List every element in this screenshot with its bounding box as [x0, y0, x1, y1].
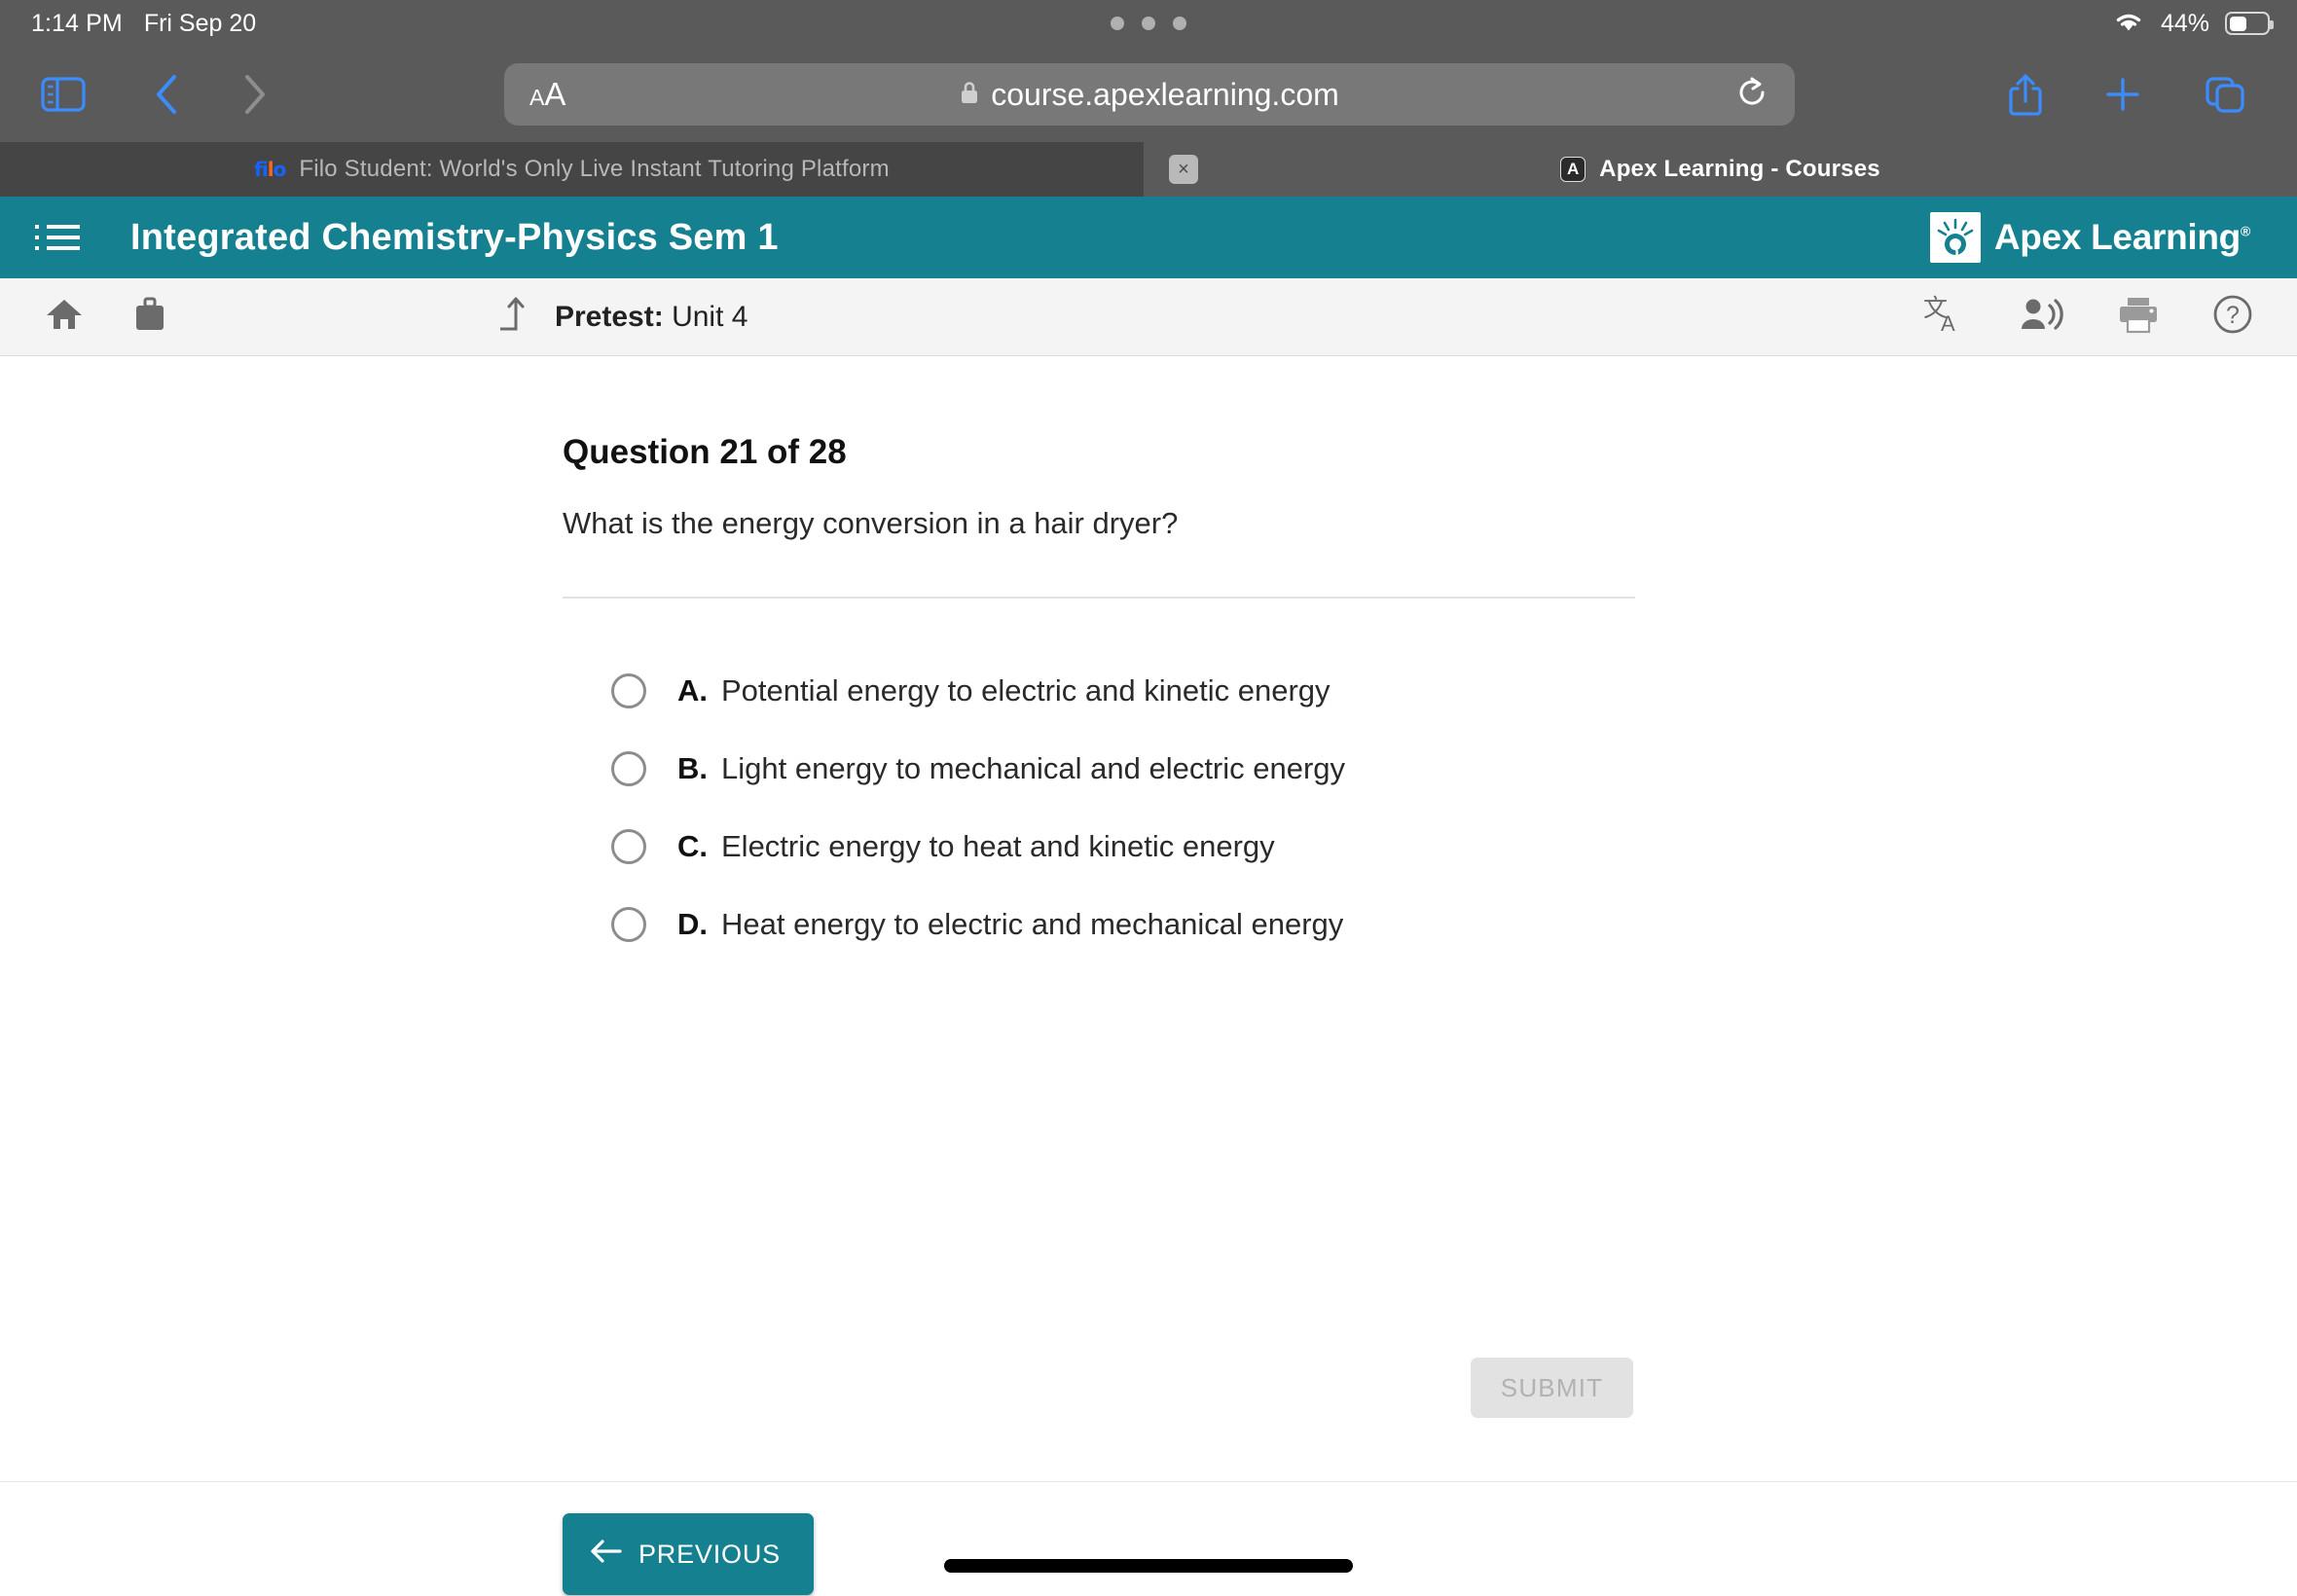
status-date: Fri Sep 20 [143, 9, 257, 37]
tab-strip: filo Filo Student: World's Only Live Ins… [0, 142, 2297, 197]
option-text: Light energy to mechanical and electric … [721, 751, 1346, 785]
option-letter: D. [677, 907, 708, 941]
svg-text:A: A [1941, 311, 1955, 336]
apex-favicon-icon: A [1560, 157, 1586, 182]
previous-button-label: PREVIOUS [638, 1539, 781, 1569]
footer-bar: PREVIOUS [0, 1481, 2297, 1596]
page-title: Question 21 of 28 [563, 433, 847, 471]
question-content: Question 21 of 28 What is the energy con… [0, 357, 2297, 1481]
apex-learning-logo: Apex Learning® [1929, 212, 2250, 263]
translate-icon[interactable]: 文 A [1923, 293, 1968, 341]
text-to-speech-icon[interactable] [2019, 294, 2065, 340]
multitasking-dots-icon[interactable] [1111, 17, 1186, 30]
activity-toolbar: Pretest: Unit 4 文 A ? [0, 278, 2297, 356]
left-arrow-icon [590, 1539, 623, 1571]
browser-actions [2007, 71, 2297, 118]
plus-icon[interactable] [2102, 74, 2143, 115]
status-bar-left: 1:14 PM Fri Sep 20 [31, 10, 256, 38]
option-text: Heat energy to electric and mechanical e… [721, 907, 1344, 941]
status-bar-right: 44% [2112, 9, 2274, 39]
apex-wordmark: Apex Learning® [1994, 217, 2250, 258]
svg-text:?: ? [2226, 302, 2240, 329]
answer-options: A. Potential energy to electric and kine… [611, 652, 1682, 963]
tab-title: Filo Student: World's Only Live Instant … [299, 156, 890, 182]
sidebar-toggle-icon[interactable] [41, 76, 86, 113]
print-icon[interactable] [2116, 294, 2161, 340]
home-icon[interactable] [45, 296, 84, 338]
divider [563, 597, 1635, 598]
question-prompt: What is the energy conversion in a hair … [563, 506, 1179, 540]
tab-title: Apex Learning - Courses [1599, 156, 1880, 182]
hamburger-menu-icon[interactable] [35, 225, 80, 250]
apex-trademark: ® [2240, 223, 2250, 239]
activity-label: Pretest: Unit 4 [555, 301, 747, 334]
url-display: course.apexlearning.com [504, 77, 1795, 113]
radio-button[interactable] [611, 751, 646, 786]
answer-option-d[interactable]: D. Heat energy to electric and mechanica… [611, 886, 1682, 963]
ipad-screen: 1:14 PM Fri Sep 20 44% AA course.apexlea… [0, 0, 2297, 1596]
dot [1173, 17, 1186, 30]
url-text: course.apexlearning.com [991, 76, 1339, 112]
option-text: Electric energy to heat and kinetic ener… [721, 829, 1275, 863]
back-chevron-icon[interactable] [152, 72, 181, 117]
option-text: Potential energy to electric and kinetic… [721, 673, 1331, 707]
browser-tab-filo[interactable]: filo Filo Student: World's Only Live Ins… [0, 142, 1144, 197]
url-bar[interactable]: AA course.apexlearning.com [504, 63, 1795, 126]
filo-favicon-icon: filo [254, 158, 286, 181]
radio-button[interactable] [611, 907, 646, 942]
battery-icon [2225, 12, 2274, 35]
option-letter: A. [677, 673, 708, 707]
activity-tools: 文 A ? [1923, 293, 2254, 341]
help-icon[interactable]: ? [2211, 293, 2254, 341]
status-bar: 1:14 PM Fri Sep 20 44% [0, 0, 2297, 47]
radio-button[interactable] [611, 829, 646, 864]
wifi-icon [2112, 9, 2145, 39]
briefcase-icon[interactable] [132, 296, 167, 338]
battery-percent: 44% [2160, 9, 2209, 37]
option-letter: B. [677, 751, 708, 785]
submit-button[interactable]: SUBMIT [1471, 1358, 1633, 1418]
dot [1111, 17, 1124, 30]
activity-breadcrumb: Pretest: Unit 4 [494, 294, 747, 340]
activity-name: Unit 4 [672, 300, 748, 333]
tab-overview-icon[interactable] [2204, 73, 2246, 116]
apex-logo-text: Apex Learning [1993, 217, 2241, 257]
close-tab-icon[interactable]: × [1169, 155, 1198, 184]
browser-tab-apex[interactable]: A Apex Learning - Courses [1144, 142, 2297, 197]
browser-toolbar: AA course.apexlearning.com [0, 47, 2297, 142]
answer-option-b[interactable]: B. Light energy to mechanical and electr… [611, 730, 1682, 808]
radio-button[interactable] [611, 673, 646, 708]
option-letter: C. [677, 829, 708, 863]
activity-type: Pretest: [555, 300, 664, 333]
home-indicator[interactable] [944, 1559, 1353, 1573]
upload-arrow-icon [494, 294, 529, 340]
apex-brain-mark-icon [1929, 212, 1981, 263]
dot [1142, 17, 1155, 30]
previous-button[interactable]: PREVIOUS [563, 1513, 814, 1595]
share-icon[interactable] [2007, 71, 2044, 118]
answer-option-a[interactable]: A. Potential energy to electric and kine… [611, 652, 1682, 730]
status-time: 1:14 PM [31, 9, 123, 37]
lock-icon [960, 80, 979, 110]
course-title: Integrated Chemistry-Physics Sem 1 [130, 216, 779, 258]
forward-chevron-icon[interactable] [239, 72, 269, 117]
course-header: Integrated Chemistry-Physics Sem 1 Apex … [0, 197, 2297, 278]
reload-icon[interactable] [1736, 75, 1769, 115]
answer-option-c[interactable]: C. Electric energy to heat and kinetic e… [611, 808, 1682, 886]
